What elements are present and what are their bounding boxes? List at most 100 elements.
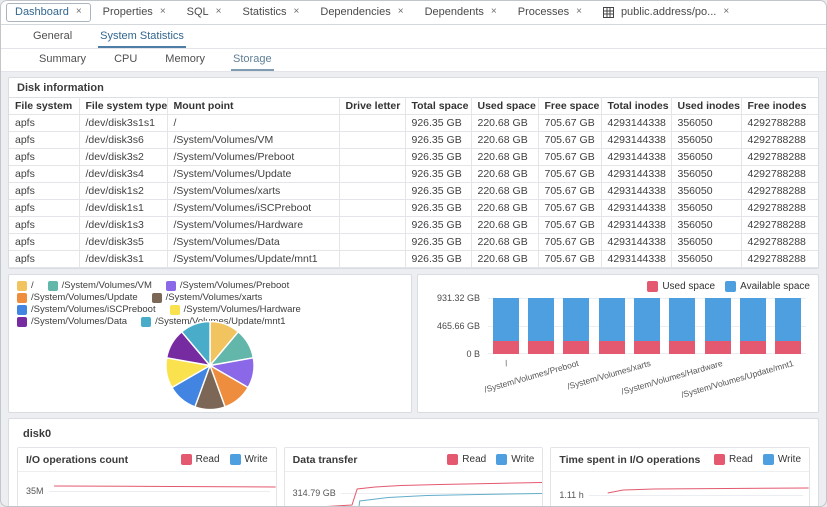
line-series xyxy=(608,488,809,493)
legend-item-read: Read xyxy=(714,454,753,465)
line-series-svg xyxy=(18,472,276,506)
disk-table: File systemFile system typeMount pointDr… xyxy=(9,97,818,268)
io-panel-header: Data transferReadWrite xyxy=(285,448,543,472)
table-cell: 705.67 GB xyxy=(538,166,601,183)
tab-properties[interactable]: Properties× xyxy=(94,3,175,22)
bar-chart-y-axis: 931.32 GB465.66 GB0 B xyxy=(426,298,488,354)
subnav-tab-memory[interactable]: Memory xyxy=(163,49,207,71)
table-row[interactable]: apfs/dev/disk3s1s1/926.35 GB220.68 GB705… xyxy=(9,115,818,132)
stacked-bar xyxy=(669,298,695,354)
legend-label: /System/Volumes/Preboot xyxy=(180,280,289,291)
table-cell: 220.68 GB xyxy=(471,132,538,149)
stacked-bar xyxy=(634,298,660,354)
tab-sql[interactable]: SQL× xyxy=(178,3,231,22)
tab-dependencies[interactable]: Dependencies× xyxy=(311,3,412,22)
table-cell: 926.35 GB xyxy=(405,166,471,183)
column-header: Free inodes xyxy=(741,98,818,115)
table-cell: 926.35 GB xyxy=(405,200,471,217)
legend-swatch xyxy=(17,293,27,303)
table-cell: 926.35 GB xyxy=(405,234,471,251)
nav-tab-system-statistics[interactable]: System Statistics xyxy=(98,25,186,48)
pie-chart-svg xyxy=(163,320,257,411)
disk-table-body: apfs/dev/disk3s1s1/926.35 GB220.68 GB705… xyxy=(9,115,818,268)
bar-used-segment xyxy=(740,341,766,354)
bar-available-segment xyxy=(563,298,589,340)
legend-item-system-volumes-update: /System/Volumes/Update xyxy=(17,292,138,303)
io-panel-chart: 314.79 GB xyxy=(285,472,543,506)
legend-item-write: Write xyxy=(496,454,534,465)
table-row[interactable]: apfs/dev/disk1s1/System/Volumes/iSCPrebo… xyxy=(9,200,818,217)
table-row[interactable]: apfs/dev/disk3s6/System/Volumes/VM926.35… xyxy=(9,132,818,149)
table-cell: /dev/disk1s2 xyxy=(79,183,167,200)
bar-chart-legend: Used spaceAvailable space xyxy=(426,279,810,294)
stacked-bar xyxy=(563,298,589,354)
legend-label: Read xyxy=(462,454,486,465)
disk-table-header-row: File systemFile system typeMount pointDr… xyxy=(9,98,818,115)
table-cell: 4293144338 xyxy=(601,251,671,268)
stacked-bar xyxy=(775,298,801,354)
tab-close-icon[interactable]: × xyxy=(160,7,166,17)
bar-chart-plot xyxy=(488,298,806,354)
tab-dashboard[interactable]: Dashboard× xyxy=(6,3,91,22)
table-cell: /dev/disk3s5 xyxy=(79,234,167,251)
bar-available-segment xyxy=(705,298,731,340)
io-panel-data-transfer: Data transferReadWrite314.79 GB xyxy=(284,447,544,506)
column-header: Drive letter xyxy=(339,98,405,115)
table-cell: 4292788288 xyxy=(741,132,818,149)
nav-tabs-level1: General System Statistics xyxy=(1,25,826,49)
tab-close-icon[interactable]: × xyxy=(723,7,729,17)
table-cell: 705.67 GB xyxy=(538,115,601,132)
nav-tab-general[interactable]: General xyxy=(31,25,74,48)
subnav-tab-storage[interactable]: Storage xyxy=(231,49,274,71)
table-row[interactable]: apfs/dev/disk1s2/System/Volumes/xarts926… xyxy=(9,183,818,200)
table-cell: 4292788288 xyxy=(741,115,818,132)
io-panel-time-spent-in-i-o-operations: Time spent in I/O operationsReadWrite1.1… xyxy=(550,447,810,506)
table-row[interactable]: apfs/dev/disk3s5/System/Volumes/Data926.… xyxy=(9,234,818,251)
legend-swatch xyxy=(166,281,176,291)
table-cell xyxy=(339,183,405,200)
table-cell: 926.35 GB xyxy=(405,132,471,149)
tab-close-icon[interactable]: × xyxy=(294,7,300,17)
table-cell: 356050 xyxy=(671,251,741,268)
legend-item-system-volumes-vm: /System/Volumes/VM xyxy=(48,280,152,291)
table-cell: /System/Volumes/Update/mnt1 xyxy=(167,251,339,268)
tab-public-address-po[interactable]: public.address/po...× xyxy=(594,3,738,22)
tab-statistics[interactable]: Statistics× xyxy=(234,3,309,22)
column-header: File system xyxy=(9,98,79,115)
tab-close-icon[interactable]: × xyxy=(76,7,82,17)
table-row[interactable]: apfs/dev/disk3s4/System/Volumes/Update92… xyxy=(9,166,818,183)
table-cell: 4292788288 xyxy=(741,149,818,166)
table-cell xyxy=(339,200,405,217)
bar-available-segment xyxy=(528,298,554,340)
stacked-bar xyxy=(493,298,519,354)
table-row[interactable]: apfs/dev/disk3s2/System/Volumes/Preboot9… xyxy=(9,149,818,166)
tab-processes[interactable]: Processes× xyxy=(509,3,591,22)
table-cell xyxy=(339,234,405,251)
line-series xyxy=(357,494,543,507)
tab-close-icon[interactable]: × xyxy=(576,7,582,17)
legend-swatch xyxy=(17,305,27,315)
bar-available-segment xyxy=(634,298,660,340)
subnav-tab-summary[interactable]: Summary xyxy=(37,49,88,71)
table-cell: 4293144338 xyxy=(601,149,671,166)
table-cell: /dev/disk3s1 xyxy=(79,251,167,268)
subnav-tab-cpu[interactable]: CPU xyxy=(112,49,139,71)
table-cell: /System/Volumes/Data xyxy=(167,234,339,251)
table-cell: apfs xyxy=(9,132,79,149)
table-cell: 926.35 GB xyxy=(405,217,471,234)
disk0-charts-row: I/O operations countReadWrite35M30MData … xyxy=(17,447,810,506)
table-cell: 705.67 GB xyxy=(538,251,601,268)
table-cell: 220.68 GB xyxy=(471,217,538,234)
tab-close-icon[interactable]: × xyxy=(216,7,222,17)
table-row[interactable]: apfs/dev/disk1s3/System/Volumes/Hardware… xyxy=(9,217,818,234)
legend-label: Write xyxy=(778,454,801,465)
tab-bar: Dashboard×Properties×SQL×Statistics×Depe… xyxy=(1,1,826,25)
tab-dependents[interactable]: Dependents× xyxy=(416,3,506,22)
tab-close-icon[interactable]: × xyxy=(491,7,497,17)
table-cell: 926.35 GB xyxy=(405,115,471,132)
table-cell: / xyxy=(167,115,339,132)
table-cell: /dev/disk3s6 xyxy=(79,132,167,149)
tab-close-icon[interactable]: × xyxy=(398,7,404,17)
table-row[interactable]: apfs/dev/disk3s1/System/Volumes/Update/m… xyxy=(9,251,818,268)
table-cell: 4293144338 xyxy=(601,217,671,234)
